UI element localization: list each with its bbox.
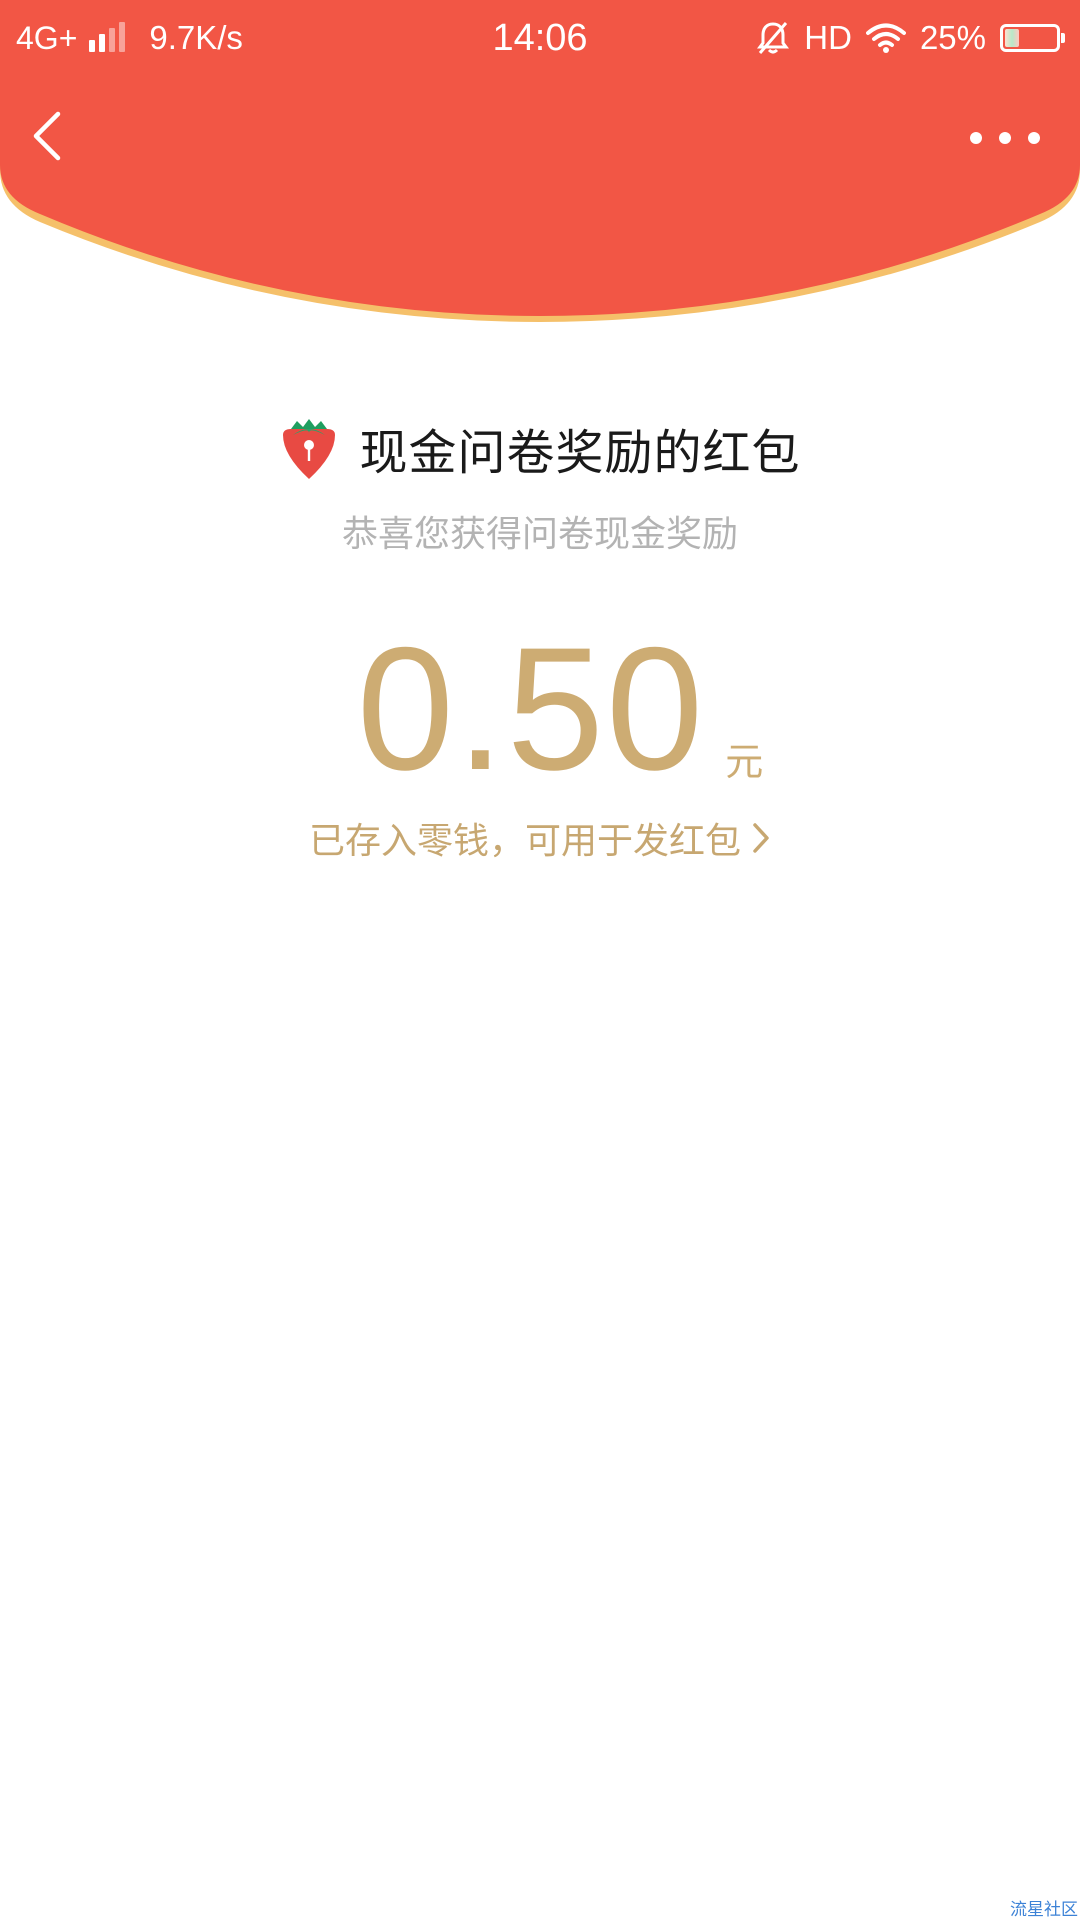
more-options-button[interactable] [970,118,1040,158]
red-packet-detail-page: 4G+ 9.7K/s 14:06 HD 25% 现金问卷奖励的红包 恭喜您获得问… [0,0,1080,1920]
more-dot [999,132,1011,144]
more-dot [1028,132,1040,144]
strawberry-icon [283,419,336,479]
network-speed: 9.7K/s [149,19,243,56]
status-bar: 4G+ 9.7K/s 14:06 HD 25% [0,0,1080,76]
more-dot [970,132,982,144]
hd-indicator: HD [804,19,852,56]
packet-amount: 0.50 [356,612,706,807]
amount-row: 0.50 元 [0,612,1080,807]
network-type: 4G+ [16,19,78,56]
packet-title: 现金问卷奖励的红包 [359,425,801,481]
packet-title-row: 现金问卷奖励的红包 [0,408,1080,488]
wifi-icon [865,23,906,53]
signal-icon [89,22,126,52]
status-bar-right: HD 25% [756,14,1065,62]
chevron-left-icon [33,111,61,161]
alarm-off-icon [757,22,790,54]
back-button[interactable] [24,100,84,170]
packet-subtitle: 恭喜您获得问卷现金奖励 [341,514,738,555]
chevron-right-icon [753,823,769,853]
battery-level [1005,29,1019,47]
watermark: 流星社区 [1010,1900,1078,1920]
currency-unit: 元 [725,740,764,784]
deposit-change-link[interactable]: 已存入零钱，可用于发红包 [0,812,1080,864]
status-bar-left: 4G+ 9.7K/s [16,14,243,62]
battery-icon [1000,24,1065,52]
battery-percent: 25% [919,19,986,56]
deposit-text: 已存入零钱，可用于发红包 [308,821,741,862]
